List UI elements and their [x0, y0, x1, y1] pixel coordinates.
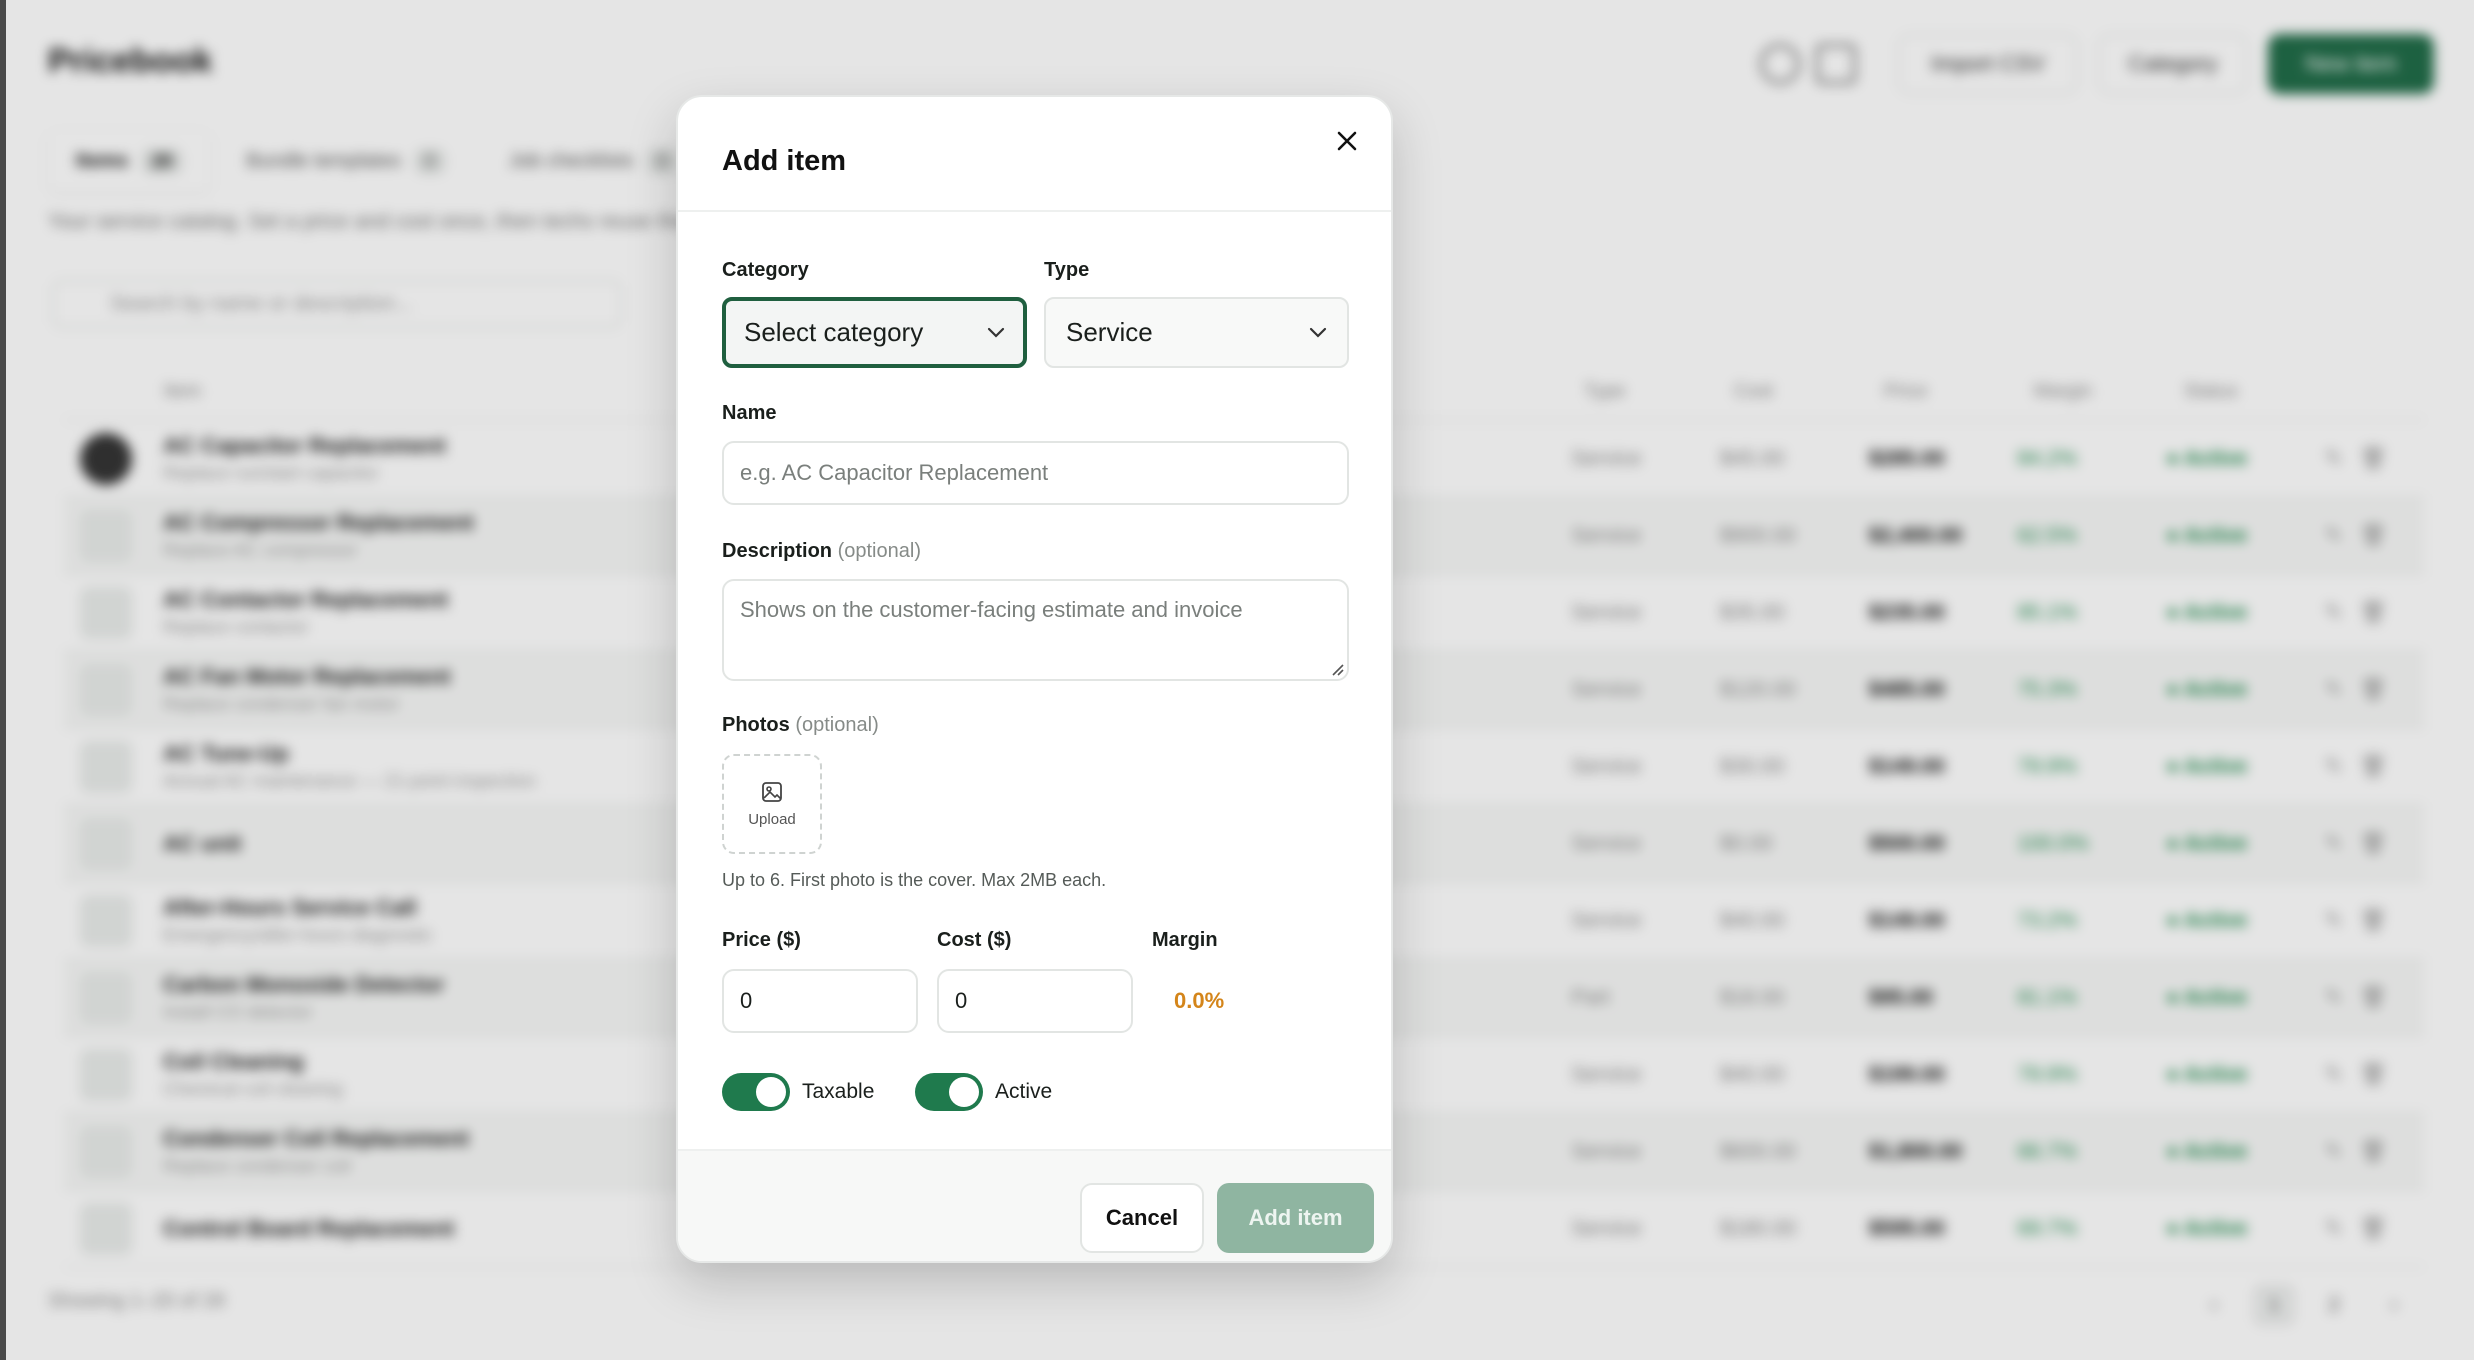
name-input[interactable]: e.g. AC Capacitor Replacement — [722, 441, 1349, 505]
upload-photo-button[interactable]: Upload — [722, 754, 822, 854]
cancel-button[interactable]: Cancel — [1080, 1183, 1204, 1253]
photos-label: Photos (optional) — [722, 714, 879, 737]
category-label: Category — [722, 259, 809, 281]
taxable-toggle[interactable] — [722, 1073, 790, 1111]
type-label: Type — [1044, 259, 1090, 281]
description-label-text: Description — [722, 540, 833, 562]
chevron-down-icon — [1309, 327, 1327, 338]
active-toggle[interactable] — [915, 1073, 983, 1111]
margin-label: Margin — [1152, 929, 1218, 951]
active-label: Active — [995, 1080, 1053, 1103]
photos-label-text: Photos — [722, 714, 790, 736]
category-select[interactable]: Select category — [722, 297, 1027, 368]
chevron-down-icon — [987, 327, 1005, 338]
toggle-knob — [949, 1077, 979, 1107]
close-button[interactable] — [1325, 119, 1369, 163]
cost-input[interactable]: 0 — [937, 969, 1133, 1033]
description-textarea[interactable]: Shows on the customer-facing estimate an… — [722, 579, 1349, 681]
window-edge — [0, 0, 6, 1360]
name-label: Name — [722, 402, 777, 424]
cost-label: Cost ($) — [937, 929, 1012, 951]
optional-tag: (optional) — [795, 714, 879, 736]
type-select-value: Service — [1066, 317, 1153, 347]
category-select-value: Select category — [744, 317, 924, 347]
photos-hint: Up to 6. First photo is the cover. Max 2… — [722, 870, 1107, 890]
dialog-header: Add item — [678, 97, 1391, 212]
upload-label: Upload — [748, 810, 796, 828]
toggle-knob — [756, 1077, 786, 1107]
add-item-submit-button[interactable]: Add item — [1217, 1183, 1374, 1253]
description-placeholder: Shows on the customer-facing estimate an… — [740, 597, 1243, 622]
type-select[interactable]: Service — [1044, 297, 1349, 368]
price-label: Price ($) — [722, 929, 801, 951]
close-icon — [1337, 131, 1357, 151]
optional-tag: (optional) — [837, 540, 921, 562]
taxable-label: Taxable — [802, 1080, 875, 1103]
dialog-footer: Cancel Add item — [678, 1149, 1391, 1261]
price-input[interactable]: 0 — [722, 969, 918, 1033]
margin-value: 0.0% — [1174, 988, 1225, 1013]
resize-handle-icon[interactable] — [1329, 661, 1345, 677]
description-label: Description (optional) — [722, 540, 921, 563]
image-icon — [762, 781, 782, 802]
add-item-dialog: Add item Category Type Select category S… — [676, 95, 1393, 1263]
dialog-title: Add item — [722, 145, 847, 177]
